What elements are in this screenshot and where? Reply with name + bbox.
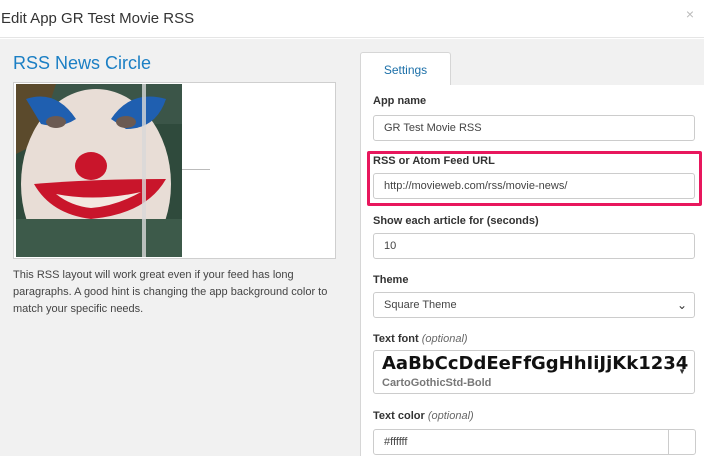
text-color-label-text: Text color: [373, 410, 425, 422]
duration-input[interactable]: 10: [373, 233, 695, 259]
font-sample: AaBbCcDdEeFfGgHhIiJjKk1234: [382, 353, 689, 374]
app-name-label: App name: [373, 95, 427, 107]
text-font-picker[interactable]: AaBbCcDdEeFfGgHhIiJjKk1234 CartoGothicSt…: [373, 350, 695, 394]
font-name: CartoGothicStd-Bold: [382, 377, 492, 389]
layout-description: This RSS layout will work great even if …: [13, 269, 328, 315]
text-color-optional: (optional): [427, 410, 474, 422]
color-swatch[interactable]: [668, 429, 696, 455]
app-type-heading: RSS News Circle: [13, 53, 152, 73]
settings-panel: App name GR Test Movie RSS RSS or Atom F…: [360, 85, 704, 456]
text-font-label: Text font (optional): [373, 333, 468, 345]
feed-url-label: RSS or Atom Feed URL: [373, 155, 495, 167]
close-icon[interactable]: ×: [686, 6, 694, 22]
settings-pane: Settings App name GR Test Movie RSS RSS …: [350, 39, 704, 456]
caret-down-icon: ▼: [678, 367, 686, 376]
text-font-label-text: Text font: [373, 333, 419, 345]
preview-image: [16, 84, 182, 257]
app-preview: [13, 82, 336, 259]
tab-settings[interactable]: Settings: [360, 52, 451, 86]
dialog-title: Edit App GR Test Movie RSS: [1, 10, 195, 27]
text-color-label: Text color (optional): [373, 410, 474, 422]
text-color-input[interactable]: #ffffff: [373, 429, 669, 455]
theme-select-value: Square Theme: [384, 299, 457, 311]
app-name-input[interactable]: GR Test Movie RSS: [373, 115, 695, 141]
dialog-header: Edit App GR Test Movie RSS ×: [0, 0, 704, 38]
preview-pane: RSS News Circle This RSS layout will wor…: [0, 39, 350, 456]
chevron-down-icon: ⌄: [676, 298, 687, 312]
duration-label: Show each article for (seconds): [373, 215, 539, 227]
theme-label: Theme: [373, 274, 409, 286]
text-font-optional: (optional): [421, 333, 468, 345]
preview-divider: [182, 169, 210, 170]
theme-select[interactable]: Square Theme ⌄: [373, 292, 695, 318]
feed-url-input[interactable]: http://movieweb.com/rss/movie-news/: [373, 173, 695, 199]
